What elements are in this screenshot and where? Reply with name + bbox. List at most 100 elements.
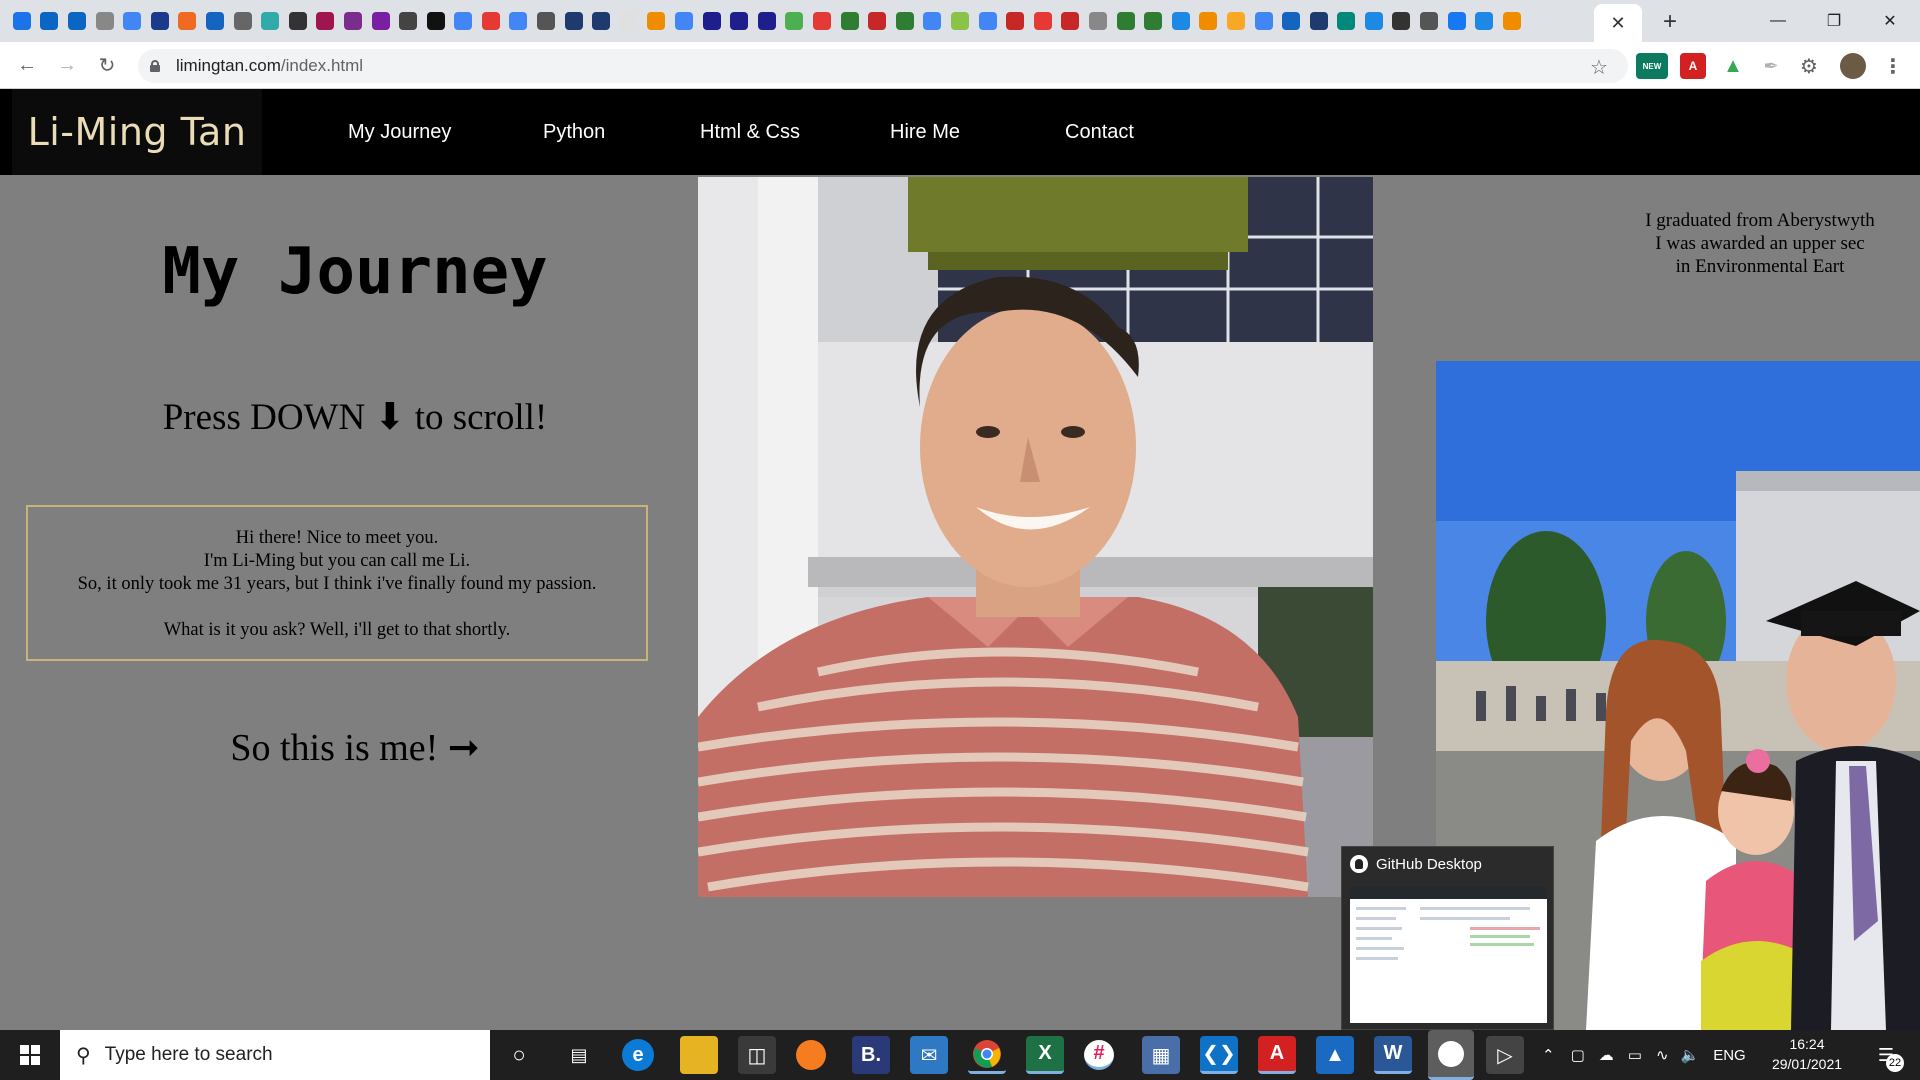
pinned-tab[interactable] (229, 0, 257, 42)
excel-icon[interactable]: X (1026, 1036, 1064, 1074)
battery-icon[interactable]: ▭ (1628, 1046, 1642, 1064)
pdf-extension-icon[interactable]: A (1680, 53, 1706, 79)
pinned-tab[interactable] (36, 0, 64, 42)
extensions-puzzle-icon[interactable]: ⚙ (1796, 53, 1822, 79)
pinned-tab[interactable] (670, 0, 698, 42)
github-desktop-taskbar-icon[interactable] (1428, 1030, 1474, 1080)
pinned-tab[interactable] (1498, 0, 1526, 42)
pinned-tab[interactable] (863, 0, 891, 42)
pinned-tab[interactable] (1388, 0, 1416, 42)
notification-center-icon[interactable]: ☰ 22 (1866, 1036, 1906, 1074)
firefox-icon[interactable] (796, 1040, 826, 1070)
reload-icon[interactable]: ↻ (92, 50, 122, 80)
file-explorer-icon[interactable] (680, 1036, 718, 1074)
pinned-tab[interactable] (1057, 0, 1085, 42)
pinned-tab[interactable] (8, 0, 36, 42)
pinned-tab[interactable] (1443, 0, 1471, 42)
pinned-tab[interactable] (974, 0, 1002, 42)
pinned-tab[interactable] (1029, 0, 1057, 42)
menu-kebab-icon[interactable]: ⋮ (1880, 53, 1906, 79)
pinned-tab[interactable] (1250, 0, 1278, 42)
pinned-tab[interactable] (422, 0, 450, 42)
pinned-tab[interactable] (836, 0, 864, 42)
pinned-tab[interactable] (560, 0, 588, 42)
volume-icon[interactable]: 🔈 (1681, 1046, 1700, 1064)
pinned-tab[interactable] (1084, 0, 1112, 42)
pinned-tab[interactable] (394, 0, 422, 42)
language-indicator[interactable]: ENG (1713, 1047, 1746, 1064)
pinned-tab[interactable] (118, 0, 146, 42)
pinned-tab[interactable] (1195, 0, 1223, 42)
back-arrow-icon[interactable]: ← (12, 50, 42, 80)
pinned-tab[interactable] (477, 0, 505, 42)
pinned-tab[interactable] (256, 0, 284, 42)
preview-thumbnail[interactable] (1350, 887, 1547, 1023)
pinned-tab[interactable] (1305, 0, 1333, 42)
pinned-tab[interactable] (367, 0, 395, 42)
profile-avatar[interactable] (1840, 53, 1866, 79)
pinned-tab[interactable] (1333, 0, 1361, 42)
pinned-tab[interactable] (284, 0, 312, 42)
nav-contact[interactable]: Contact (1065, 89, 1134, 175)
nav-python[interactable]: Python (543, 89, 605, 175)
camera-app-icon[interactable]: ▷ (1486, 1036, 1524, 1074)
edge-icon[interactable]: e (622, 1039, 654, 1071)
maximize-button[interactable]: ❐ (1806, 0, 1862, 42)
pinned-tab[interactable] (643, 0, 671, 42)
pinned-tab[interactable] (1470, 0, 1498, 42)
mail-icon[interactable]: ✉ (910, 1036, 948, 1074)
minimize-button[interactable]: — (1750, 0, 1806, 42)
pen-extension-icon[interactable]: ✒ (1758, 53, 1784, 79)
pinned-tab[interactable] (587, 0, 615, 42)
pinned-tab[interactable] (919, 0, 947, 42)
b-app-icon[interactable]: B. (852, 1036, 890, 1074)
pinned-tab[interactable] (146, 0, 174, 42)
device-icon[interactable]: ▢ (1571, 1046, 1585, 1064)
calculator-icon[interactable]: ▦ (1142, 1036, 1180, 1074)
pinned-tab[interactable] (505, 0, 533, 42)
vscode-icon[interactable]: ❮❯ (1200, 1036, 1238, 1074)
pinned-tab[interactable] (174, 0, 202, 42)
pinned-tab[interactable] (1112, 0, 1140, 42)
word-icon[interactable]: W (1374, 1036, 1412, 1074)
pinned-tab[interactable] (1001, 0, 1029, 42)
pinned-tab[interactable] (725, 0, 753, 42)
pinned-tab[interactable] (91, 0, 119, 42)
new-extension-icon[interactable]: NEW (1636, 53, 1668, 79)
nav-hire-me[interactable]: Hire Me (890, 89, 960, 175)
nav-my-journey[interactable]: My Journey (348, 89, 451, 175)
forward-arrow-icon[interactable]: → (52, 50, 82, 80)
taskbar-preview-popup[interactable]: GitHub Desktop (1341, 846, 1554, 1030)
taskbar-clock[interactable]: 16:24 29/01/2021 (1765, 1034, 1849, 1074)
bookmark-star-icon[interactable]: ☆ (1590, 55, 1608, 80)
pinned-tab[interactable] (532, 0, 560, 42)
pinned-tab[interactable] (615, 0, 643, 42)
slack-icon[interactable]: # (1084, 1040, 1114, 1070)
pinned-tab[interactable] (312, 0, 340, 42)
active-tab[interactable]: ✕ (1594, 4, 1642, 42)
address-bar[interactable]: limingtan.com/index.html (138, 49, 1628, 83)
pinned-tab[interactable] (781, 0, 809, 42)
close-window-button[interactable]: ✕ (1862, 0, 1918, 42)
pinned-tab[interactable] (1277, 0, 1305, 42)
cortana-icon[interactable]: ○ (500, 1036, 538, 1074)
acrobat-icon[interactable]: A (1258, 1036, 1296, 1074)
task-view-icon[interactable]: ▤ (560, 1036, 598, 1074)
new-tab-button[interactable]: + (1656, 8, 1684, 36)
drive-extension-icon[interactable]: ▲ (1720, 53, 1746, 79)
store-icon[interactable]: ◫ (738, 1036, 776, 1074)
site-logo[interactable]: Li-Ming Tan (12, 89, 262, 175)
pinned-tab[interactable] (1167, 0, 1195, 42)
tab-close-icon[interactable]: ✕ (1610, 13, 1625, 34)
wifi-icon[interactable]: ∿ (1656, 1046, 1669, 1064)
pinned-tab[interactable] (1360, 0, 1388, 42)
pinned-tab[interactable] (1139, 0, 1167, 42)
pinned-tab[interactable] (891, 0, 919, 42)
pinned-tab[interactable] (808, 0, 836, 42)
chevron-up-icon[interactable]: ⌃ (1542, 1046, 1555, 1064)
pinned-tab[interactable] (698, 0, 726, 42)
pinned-tab[interactable] (753, 0, 781, 42)
pinned-tab[interactable] (946, 0, 974, 42)
photos-icon[interactable]: ▲ (1316, 1036, 1354, 1074)
pinned-tab[interactable] (201, 0, 229, 42)
